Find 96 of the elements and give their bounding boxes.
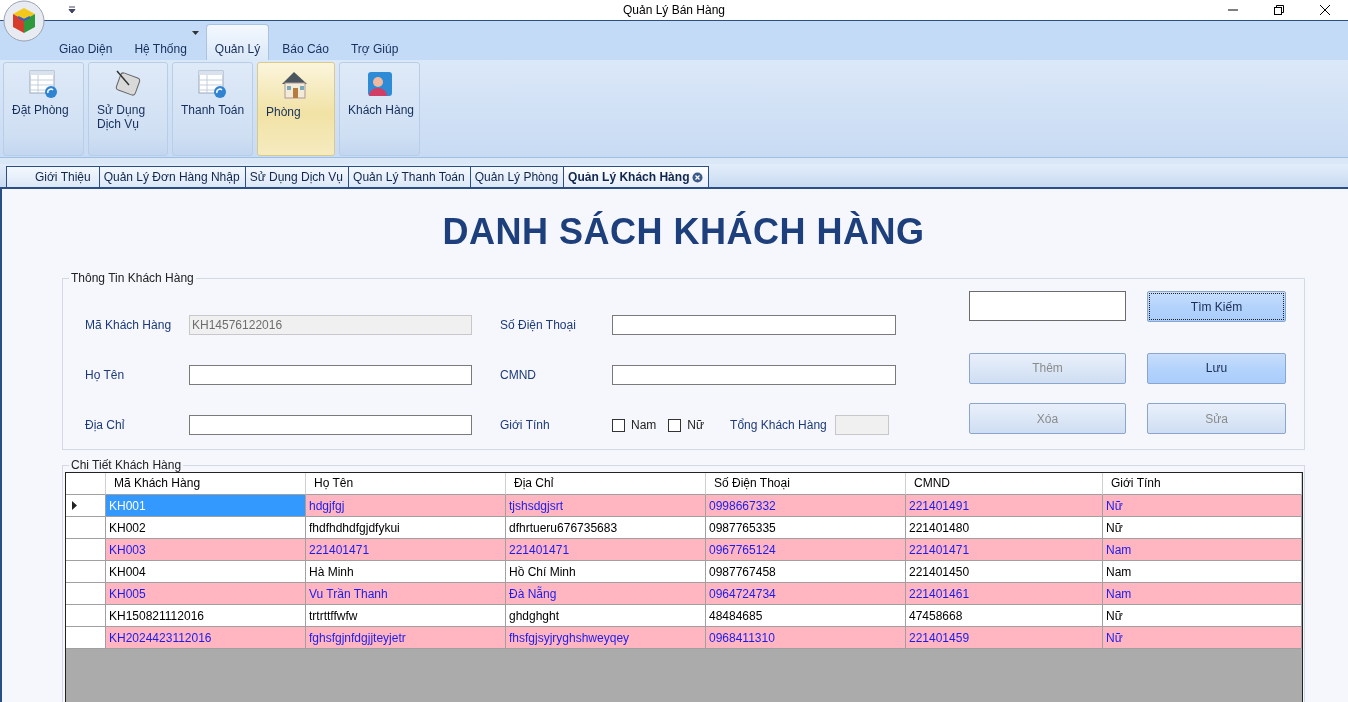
ribbon-tab[interactable]: Quản Lý [205,24,270,60]
document-tab[interactable]: Quản Lý Phòng [469,166,565,187]
table-cell: KH004 [106,561,306,583]
table-cell: dfhrtueru676735683 [506,517,706,539]
table-cell: Hồ Chí Minh [506,561,706,583]
column-header[interactable]: CMND [906,473,1103,495]
checkbox-label: Nam [631,418,657,432]
table-cell: 221401471 [906,539,1103,561]
table-cell: Nam [1103,539,1302,561]
text-field[interactable] [612,365,896,385]
table-cell: 0987767458 [706,561,906,583]
document-tab[interactable]: Sử Dụng Dịch Vụ [244,166,350,187]
table-icon [28,69,59,99]
table-cell: Hà Minh [306,561,506,583]
table-cell: 0998667332 [706,495,906,517]
table-cell: fhdfhdhdfgjdfykui [306,517,506,539]
table-cell: tjshsdgjsrt [506,495,706,517]
ribbon-button[interactable]: Đặt Phòng [3,62,84,156]
close-icon[interactable] [692,171,704,183]
table-cell: KH2024423112016 [106,627,306,649]
table-cell: fhsfgjsyjryghshweyqey [506,627,706,649]
ribbon-tab[interactable]: Giao Diện [50,24,122,60]
ribbon-button[interactable]: Phòng [257,62,335,156]
ribbon-tab[interactable]: Trợ Giúp [341,24,408,60]
table-cell: 221401471 [506,539,706,561]
table-cell: 0987765335 [706,517,906,539]
caret-icon [191,31,199,35]
field-label: Họ Tên [85,368,126,382]
text-field[interactable] [189,365,472,385]
table-cell: 221401471 [306,539,506,561]
document-tab[interactable]: Quản Lý Khách Hàng [563,166,710,187]
table-cell: Nam [1103,583,1302,605]
close-icon [1320,5,1330,15]
ribbon-button[interactable]: Khách Hàng [339,62,420,156]
table-cell: Đà Nẵng [506,583,706,605]
window-title: Quản Lý Bán Hàng [621,3,727,17]
search-field[interactable] [969,291,1126,321]
checkbox[interactable] [612,418,625,432]
current-row-icon [72,501,77,510]
table-cell: KH005 [106,583,306,605]
field-label: Mã Khách Hàng [85,318,173,332]
column-header[interactable]: Số Điện Thoại [706,473,906,495]
table-cell: Nữ [1103,605,1302,627]
checkbox[interactable] [668,418,682,432]
field-label: Địa Chỉ [85,418,126,432]
ribbon-tab[interactable]: Hệ Thống [125,24,202,60]
action-button[interactable]: Tìm Kiếm [1147,291,1286,322]
table-cell: 47458668 [906,605,1103,627]
table-cell: KH002 [106,517,306,539]
action-button[interactable]: Lưu [1147,352,1286,384]
table-cell: KH001 [106,495,306,517]
table-cell: Nữ [1103,627,1302,649]
table-cell: 0967765124 [706,539,906,561]
table-cell: KH150821112016 [106,605,306,627]
text-field[interactable] [612,315,896,335]
table-cell: 0964724734 [706,583,906,605]
field-label: Giới Tính [500,418,551,432]
column-header[interactable]: Mã Khách Hàng [106,473,306,495]
document-tab[interactable]: Quản Lý Đơn Hàng Nhập [98,166,246,187]
field-label: Số Điện Thoại [500,318,577,332]
restore-icon [1274,5,1284,15]
text-field[interactable] [189,415,472,435]
corner-header [66,473,106,495]
table-cell: KH003 [106,539,306,561]
column-header[interactable]: Giới Tính [1103,473,1302,495]
table-cell: 221401461 [906,583,1103,605]
table-cell: 221401480 [906,517,1103,539]
table-cell: 221401491 [906,495,1103,517]
document-tab[interactable]: Giới Thiệu [6,166,100,187]
ribbon-button[interactable]: Thanh Toán [172,62,253,156]
row-header[interactable] [66,495,106,517]
table-cell: 221401450 [906,561,1103,583]
table-cell: Nữ [1103,517,1302,539]
field-label: CMND [500,368,537,382]
table-cell: 221401459 [906,627,1103,649]
table-cell: Nam [1103,561,1302,583]
ribbon-button[interactable]: Sử Dụng Dịch Vụ [88,62,168,156]
customize-caret-icon[interactable] [68,6,76,14]
table-cell: ghdghght [506,605,706,627]
document-tab[interactable]: Quản Lý Thanh Toán [348,166,471,187]
column-header[interactable]: Họ Tên [306,473,506,495]
table-cell: trtrttffwfw [306,605,506,627]
ribbon-tab[interactable]: Báo Cáo [273,24,338,60]
table-cell: Vu Trần Thanh [306,583,506,605]
table-cell: fghsfgjnfdgjjteyjetr [306,627,506,649]
column-header[interactable]: Địa Chỉ [506,473,706,495]
table-cell: 48484685 [706,605,906,627]
table-cell: 0968411310 [706,627,906,649]
group-title: Chi Tiết Khách Hàng [70,458,183,472]
table-cell: hdgjfgj [306,495,506,517]
checkbox-label: Nữ [687,418,705,432]
group-title: Thông Tin Khách Hàng [70,271,195,285]
field-label: Tổng Khách Hàng [730,418,827,432]
page-heading: DANH SÁCH KHÁCH HÀNG [442,211,925,253]
table-icon [197,69,228,99]
table-cell: Nữ [1103,495,1302,517]
